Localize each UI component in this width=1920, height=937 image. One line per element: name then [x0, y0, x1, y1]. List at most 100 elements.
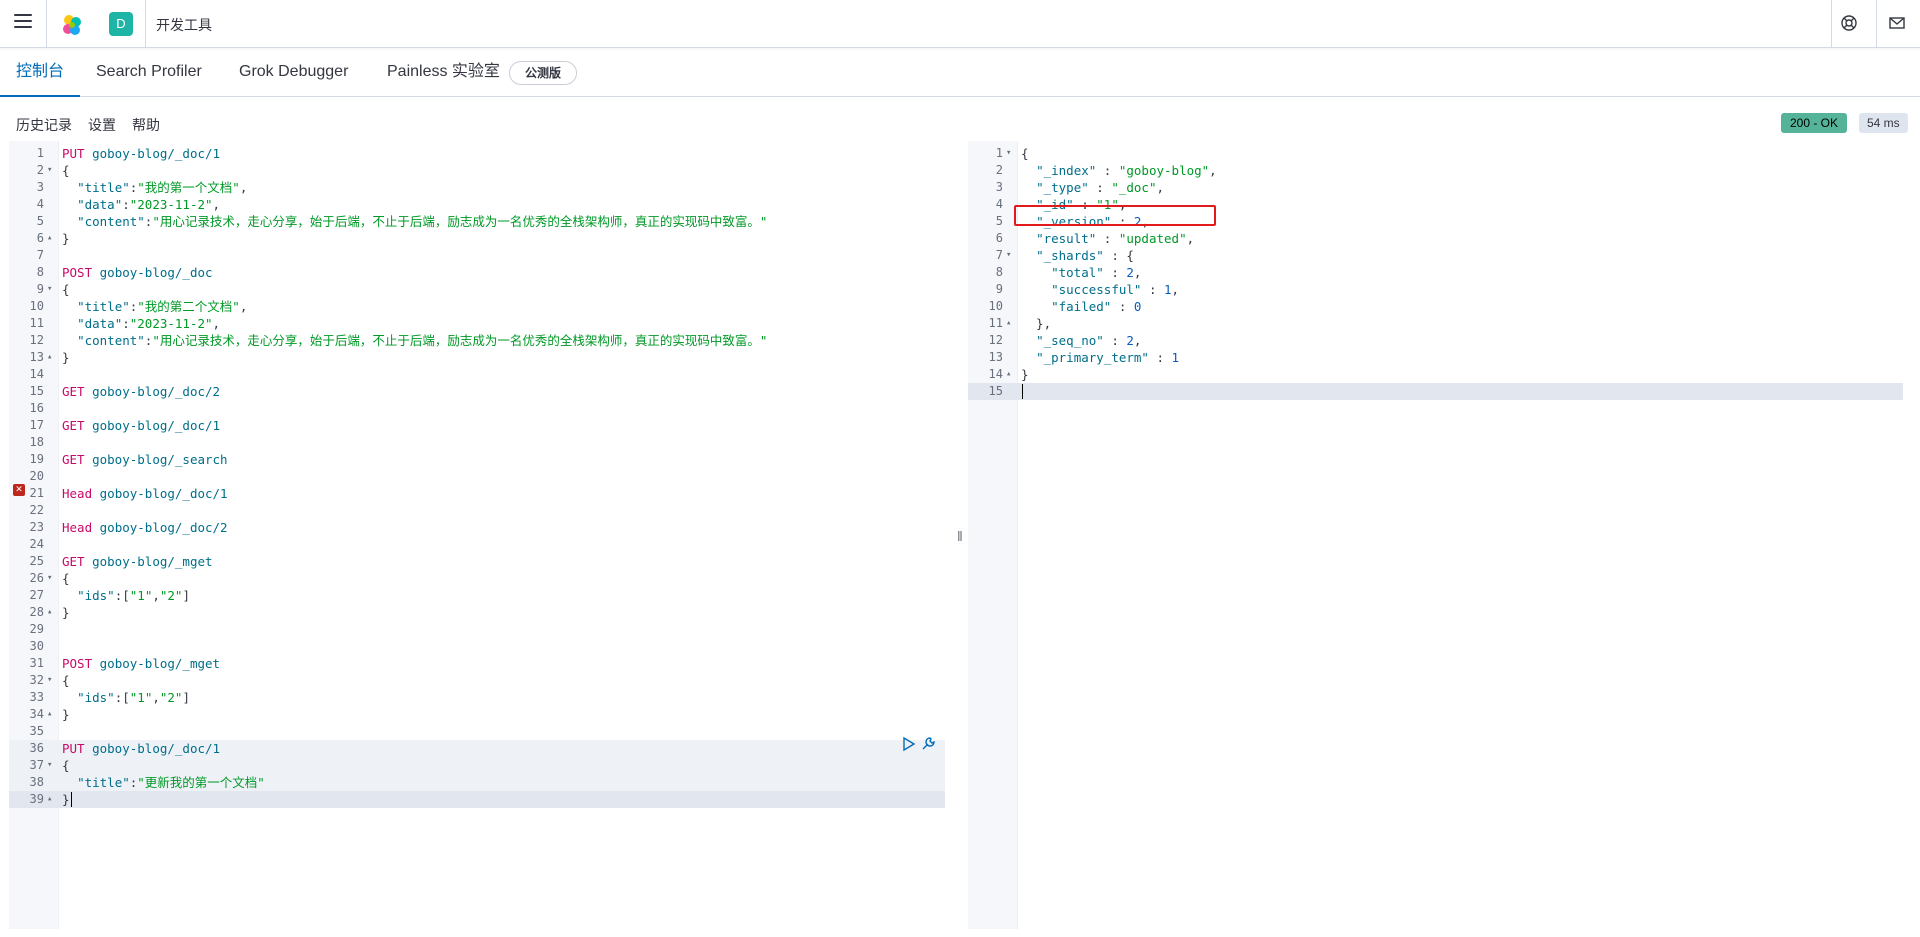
code-token: "result": [1036, 231, 1097, 246]
line-number: 28: [29, 605, 44, 619]
error-icon: ✕: [13, 484, 25, 496]
fold-toggle-icon[interactable]: ▾: [47, 281, 52, 298]
fold-toggle-icon[interactable]: ▾: [47, 672, 52, 689]
line-number: 15: [988, 384, 1003, 398]
line-number: 12: [29, 333, 44, 347]
code-token: goboy-blog/_doc/1: [92, 418, 221, 433]
history-link[interactable]: 历史记录: [16, 115, 72, 135]
code-token: ,: [239, 180, 248, 195]
line-number: 7: [995, 248, 1003, 262]
line-number: 8: [995, 265, 1003, 279]
code-token: ,: [1186, 231, 1195, 246]
code-token: "content": [77, 333, 145, 348]
fold-toggle-icon[interactable]: ▾: [47, 757, 52, 774]
code-line: {: [62, 162, 70, 179]
request-editor[interactable]: 1 PUT goboy-blog/_doc/1 2 ▾{3 "title":"我的第一…: [9, 141, 953, 929]
line-number: 20: [29, 469, 44, 483]
code-line: {: [62, 757, 70, 774]
fold-toggle-icon[interactable]: ▴: [47, 230, 52, 247]
tab-grok-debugger[interactable]: Grok Debugger: [239, 49, 348, 97]
wrench-icon[interactable]: [920, 736, 936, 752]
code-token: "_doc": [1111, 180, 1157, 195]
code-line: }: [1021, 366, 1029, 383]
status-badge: 200 - OK: [1781, 113, 1848, 133]
line-number: 9: [36, 282, 44, 296]
line-number: 5: [995, 214, 1003, 228]
code-token: "total": [1051, 265, 1104, 280]
fold-toggle-icon[interactable]: ▾: [47, 570, 52, 587]
line-number: 10: [29, 299, 44, 313]
help-link[interactable]: 帮助: [132, 115, 160, 135]
code-token: :[: [114, 588, 130, 603]
line-number: 2: [36, 163, 44, 177]
code-token: {: [62, 571, 70, 586]
code-token: goboy-blog/_doc/2: [99, 520, 228, 535]
line-number: 14: [29, 367, 44, 381]
mail-icon[interactable]: [1888, 14, 1906, 32]
fold-toggle-icon[interactable]: ▾: [47, 162, 52, 179]
code-token: }: [62, 605, 70, 620]
fold-toggle-icon[interactable]: ▴: [47, 791, 52, 808]
code-token: ,: [1209, 163, 1217, 178]
code-token: goboy-blog/_doc/2: [92, 384, 221, 399]
code-line: }: [62, 349, 70, 366]
space-avatar[interactable]: D: [109, 12, 133, 36]
code-token: "2023-11-2": [129, 197, 213, 212]
help-icon[interactable]: [1840, 14, 1858, 32]
code-token: Head: [62, 520, 93, 535]
line-number: 23: [29, 520, 44, 534]
line-number: 5: [36, 214, 44, 228]
elastic-logo-icon[interactable]: [60, 13, 84, 37]
line-number: 34: [29, 707, 44, 721]
code-line: "_index" : "goboy-blog",: [1021, 162, 1217, 179]
app-title: 开发工具: [156, 17, 212, 33]
settings-link[interactable]: 设置: [88, 115, 116, 135]
code-token: "_type": [1036, 180, 1089, 195]
code-token: GET: [62, 384, 85, 399]
code-token: Head: [62, 486, 93, 501]
fold-toggle-icon[interactable]: ▴: [47, 706, 52, 723]
code-token: POST: [62, 265, 93, 280]
code-token: goboy-blog/_doc/1: [92, 146, 221, 161]
text-cursor: [1022, 384, 1023, 399]
code-token: goboy-blog/_doc/1: [92, 741, 221, 756]
line-number: 15: [29, 384, 44, 398]
tab-painless-lab[interactable]: Painless 实验室: [387, 49, 500, 97]
code-token: :: [1141, 282, 1164, 297]
line-number: 11: [29, 316, 44, 330]
code-token: :: [1103, 265, 1127, 280]
code-line: Head goboy-blog/_doc/2: [62, 519, 228, 536]
code-token: ,: [1171, 282, 1180, 297]
code-line: }: [62, 230, 70, 247]
pane-resizer-handle[interactable]: ‖: [957, 528, 963, 544]
code-line: GET goboy-blog/_mget: [62, 553, 213, 570]
tab-search-profiler[interactable]: Search Profiler: [96, 49, 202, 97]
code-token: 0: [1133, 299, 1142, 314]
fold-toggle-icon[interactable]: ▾: [1006, 145, 1011, 162]
menu-icon[interactable]: [14, 14, 32, 30]
line-number: 4: [36, 197, 44, 211]
code-line: PUT goboy-blog/_doc/1: [62, 740, 220, 757]
fold-toggle-icon[interactable]: ▴: [47, 604, 52, 621]
fold-toggle-icon[interactable]: ▴: [1006, 315, 1011, 332]
fold-toggle-icon[interactable]: ▾: [1006, 247, 1011, 264]
fold-toggle-icon[interactable]: ▴: [47, 349, 52, 366]
line-number: 13: [988, 350, 1003, 364]
code-token: ]: [182, 588, 190, 603]
dev-tools-tabs: 控制台 Search Profiler Grok Debugger Painle…: [0, 49, 1920, 97]
play-icon[interactable]: [900, 736, 916, 752]
code-token: "2": [159, 588, 183, 603]
fold-toggle-icon[interactable]: ▴: [1006, 366, 1011, 383]
tab-console[interactable]: 控制台: [0, 49, 81, 97]
